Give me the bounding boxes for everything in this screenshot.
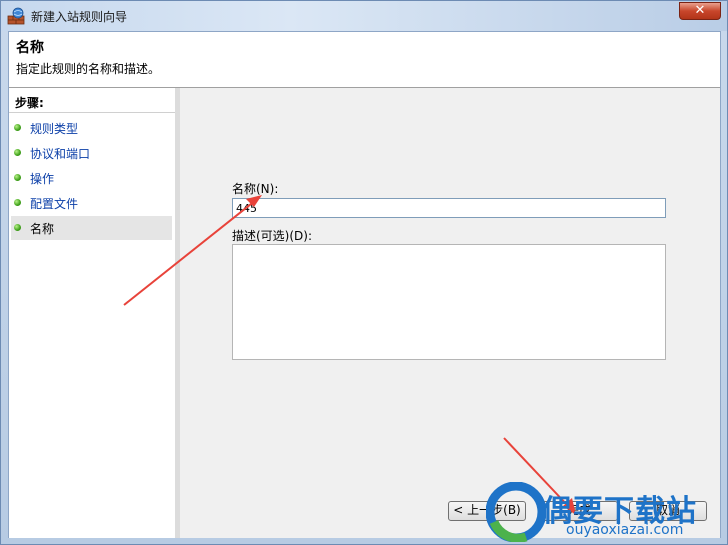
step-status-icon (14, 224, 21, 231)
close-button[interactable]: ✕ (679, 2, 721, 20)
watermark: 偶要下载站 ouyaoxiazai.com (482, 478, 728, 545)
step-name[interactable]: 名称 (11, 216, 172, 240)
step-label: 配置文件 (30, 197, 79, 211)
page-title: 名称 (16, 40, 44, 56)
step-status-icon (14, 149, 21, 156)
close-icon: ✕ (694, 3, 706, 18)
wizard-client-area: 名称 指定此规则的名称和描述。 步骤: 规则类型 协议和端口 操作 配置文件 名… (8, 31, 721, 538)
step-action[interactable]: 操作 (11, 166, 172, 190)
wizard-window: 新建入站规则向导 ✕ 名称 指定此规则的名称和描述。 步骤: 规则类型 协议和端… (0, 0, 728, 545)
step-protocol-ports[interactable]: 协议和端口 (11, 141, 172, 165)
window-title: 新建入站规则向导 (31, 10, 128, 24)
step-status-icon (14, 124, 21, 131)
steps-divider (9, 112, 175, 113)
step-label: 名称 (30, 222, 55, 236)
steps-panel: 步骤: 规则类型 协议和端口 操作 配置文件 名称 (9, 88, 176, 538)
description-textarea[interactable] (232, 244, 666, 360)
name-label: 名称(N): (232, 182, 279, 196)
watermark-url: ouyaoxiazai.com (566, 522, 684, 538)
page-description: 指定此规则的名称和描述。 (16, 62, 161, 76)
step-label: 操作 (30, 172, 55, 186)
step-profile[interactable]: 配置文件 (11, 191, 172, 215)
description-label: 描述(可选)(D): (232, 229, 313, 243)
step-rule-type[interactable]: 规则类型 (11, 116, 172, 140)
name-input[interactable] (232, 198, 666, 218)
watermark-logo-icon (486, 482, 546, 542)
form-panel: 名称(N): 描述(可选)(D): < 上一步(B) 完成 取消 (180, 88, 720, 538)
step-status-icon (14, 199, 21, 206)
steps-title: 步骤: (15, 96, 44, 110)
title-bar[interactable]: 新建入站规则向导 ✕ (1, 1, 727, 31)
wizard-header: 名称 指定此规则的名称和描述。 (9, 32, 720, 88)
step-label: 协议和端口 (30, 147, 91, 161)
step-label: 规则类型 (30, 122, 79, 136)
firewall-icon (7, 7, 25, 25)
step-status-icon (14, 174, 21, 181)
